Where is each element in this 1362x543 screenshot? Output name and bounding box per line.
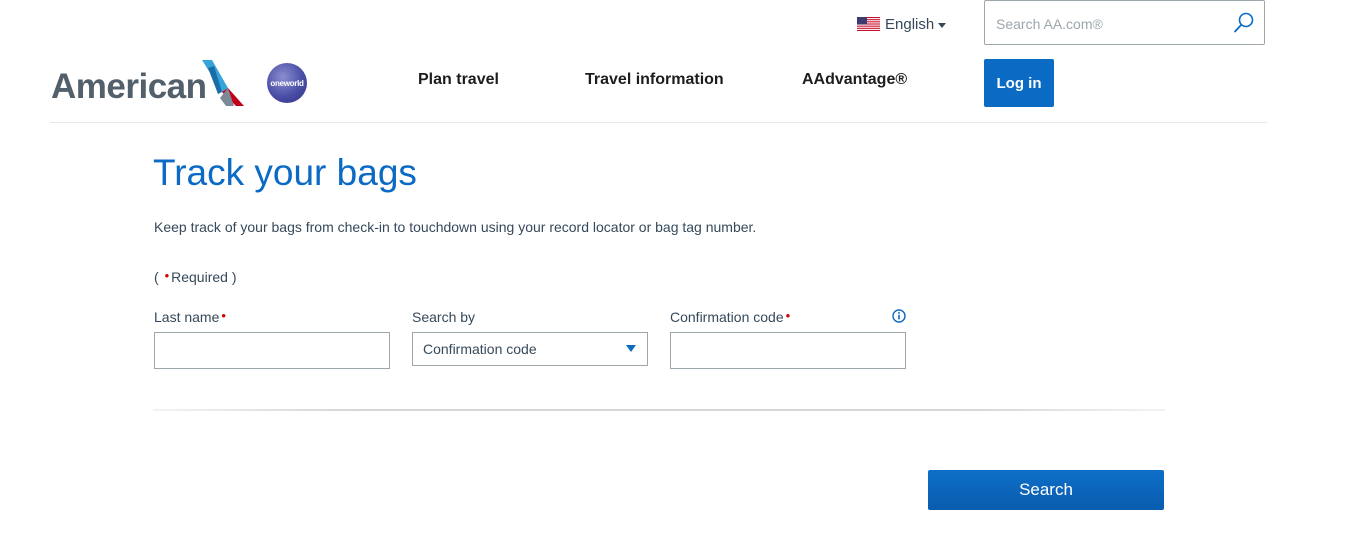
us-flag-icon (857, 17, 880, 31)
search-icon[interactable] (1232, 11, 1256, 35)
search-button[interactable]: Search (928, 470, 1164, 510)
intro-text: Keep track of your bags from check-in to… (154, 219, 757, 235)
confirmation-code-label: Confirmation code • (670, 308, 792, 325)
required-close: ) (227, 269, 237, 285)
flight-symbol-icon (202, 60, 244, 106)
required-open: ( (154, 269, 163, 285)
required-label: Required (171, 269, 228, 285)
oneworld-label: oneworld (270, 78, 304, 88)
header-divider (50, 122, 1267, 123)
last-name-label: Last name • (154, 308, 228, 325)
nav-travel-information[interactable]: Travel information (585, 71, 724, 89)
language-label: English (885, 15, 935, 33)
site-search (984, 0, 1265, 45)
search-by-select[interactable]: Confirmation code (412, 332, 648, 366)
login-button[interactable]: Log in (984, 59, 1054, 107)
confirmation-code-label-text: Confirmation code (670, 309, 784, 325)
form-divider (153, 409, 1165, 411)
last-name-input[interactable] (154, 332, 390, 369)
page-title: Track your bags (153, 152, 417, 193)
required-note: ( • Required ) (154, 268, 237, 285)
language-selector[interactable]: English (857, 14, 947, 34)
search-by-selected-value: Confirmation code (423, 341, 537, 357)
site-search-input[interactable] (996, 13, 1221, 35)
info-icon[interactable] (892, 309, 906, 323)
nav-plan-travel[interactable]: Plan travel (418, 71, 499, 89)
caret-down-icon (938, 22, 947, 28)
required-dot-icon: • (164, 268, 170, 283)
american-logo-text[interactable]: American (51, 69, 207, 104)
required-dot-icon: • (221, 308, 226, 323)
search-by-label: Search by (412, 309, 476, 325)
last-name-label-text: Last name (154, 309, 220, 325)
chevron-down-icon (626, 345, 636, 352)
confirmation-code-input[interactable] (670, 332, 906, 369)
required-dot-icon: • (785, 308, 791, 323)
oneworld-badge: oneworld (267, 63, 307, 103)
nav-aadvantage[interactable]: AAdvantage® (802, 71, 907, 89)
